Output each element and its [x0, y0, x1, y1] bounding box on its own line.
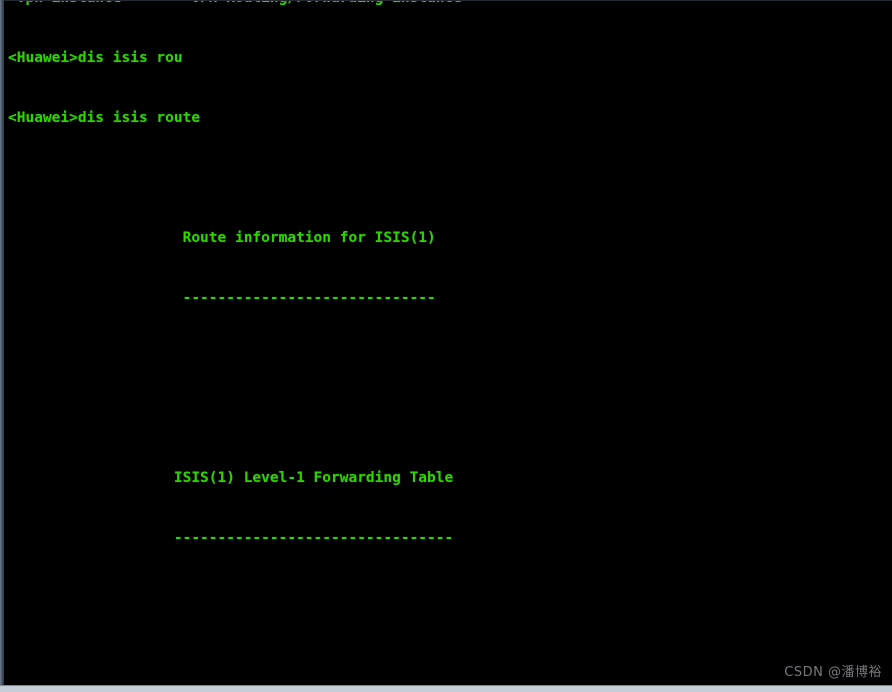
watermark: CSDN @潘博裕 — [784, 665, 882, 680]
command-line-1: <Huawei>dis isis rou — [8, 50, 183, 66]
window-bottom-border — [0, 685, 892, 692]
command-line-2: <Huawei>dis isis route — [8, 110, 201, 126]
clipped-help-line: vpn-instance VPN Routing/Forwarding inst… — [0, 0, 892, 8]
window-left-border — [0, 0, 4, 692]
terminal-window: vpn-instance VPN Routing/Forwarding inst… — [0, 0, 892, 692]
window-top-edge — [0, 0, 892, 1]
report-title: Route information for ISIS(1) — [8, 230, 436, 246]
level1-table-title-underline: -------------------------------- — [8, 530, 454, 546]
terminal-output[interactable]: <Huawei>dis isis rou <Huawei>dis isis ro… — [0, 8, 892, 692]
report-title-underline: ----------------------------- — [8, 290, 436, 306]
level1-table-title: ISIS(1) Level-1 Forwarding Table — [8, 470, 454, 486]
